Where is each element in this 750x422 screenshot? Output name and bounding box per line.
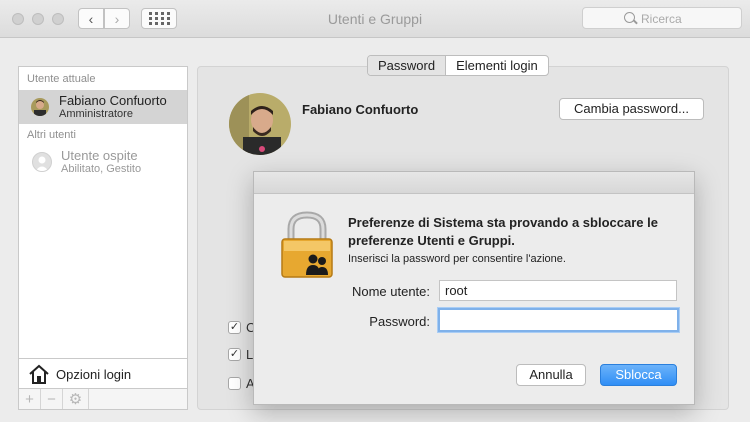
tab-bar: Password Elementi login	[367, 55, 549, 76]
username-label: Nome utente:	[351, 284, 430, 299]
cancel-button[interactable]: Annulla	[516, 364, 586, 386]
search-icon	[624, 12, 635, 23]
checkbox-1[interactable]: ✓	[228, 321, 241, 334]
guest-avatar-icon	[32, 152, 52, 172]
search-field[interactable]	[582, 7, 742, 29]
remove-user-button[interactable]: −	[41, 389, 63, 409]
login-options-label: Opzioni login	[56, 367, 132, 382]
change-password-button[interactable]: Cambia password...	[559, 98, 704, 120]
tab-login-items[interactable]: Elementi login	[446, 56, 548, 75]
minus-icon: −	[47, 390, 56, 408]
password-label: Password:	[369, 314, 430, 329]
guest-user-role: Abilitato, Gestito	[61, 163, 142, 175]
house-icon	[28, 363, 50, 390]
dialog-title: Preferenze di Sistema sta provando a sbl…	[348, 215, 658, 248]
avatar	[31, 98, 49, 116]
checkbox-2[interactable]: ✓	[228, 348, 241, 361]
dialog-subtitle: Inserisci la password per consentire l'a…	[348, 253, 566, 265]
sidebar-toolbar: + − ⚙	[19, 388, 187, 409]
gear-icon: ⚙	[68, 391, 83, 408]
title-bar: ‹ › Utenti e Gruppi	[0, 0, 750, 38]
lock-icon	[279, 211, 335, 284]
checkbox-3[interactable]	[228, 377, 241, 390]
plus-icon: +	[25, 390, 34, 408]
action-menu-button[interactable]: ⚙	[63, 389, 89, 409]
search-input[interactable]	[641, 10, 737, 27]
user-name: Fabiano Confuorto	[59, 93, 167, 108]
user-picture[interactable]	[229, 93, 291, 155]
password-input[interactable]	[438, 308, 679, 332]
auth-dialog: Preferenze di Sistema sta provando a sbl…	[253, 171, 695, 405]
add-user-button[interactable]: +	[19, 389, 41, 409]
user-role: Amministratore	[59, 108, 133, 120]
unlock-button[interactable]: Sblocca	[600, 364, 677, 386]
other-users-header: Altri utenti	[27, 129, 76, 141]
tab-password[interactable]: Password	[368, 56, 447, 75]
dialog-title-bar	[254, 172, 694, 194]
sidebar-item-current-user[interactable]: Fabiano Confuorto Amministratore	[19, 90, 187, 124]
sidebar-item-login-options[interactable]: Opzioni login	[19, 358, 187, 388]
users-sidebar: Utente attuale Fabiano Confuorto Amminis…	[18, 66, 188, 410]
main-user-name: Fabiano Confuorto	[302, 102, 419, 117]
current-user-header: Utente attuale	[27, 73, 96, 85]
guest-user-name: Utente ospite	[61, 148, 138, 163]
username-input[interactable]	[439, 280, 677, 301]
sidebar-item-guest-user[interactable]: Utente ospite Abilitato, Gestito	[19, 146, 187, 180]
